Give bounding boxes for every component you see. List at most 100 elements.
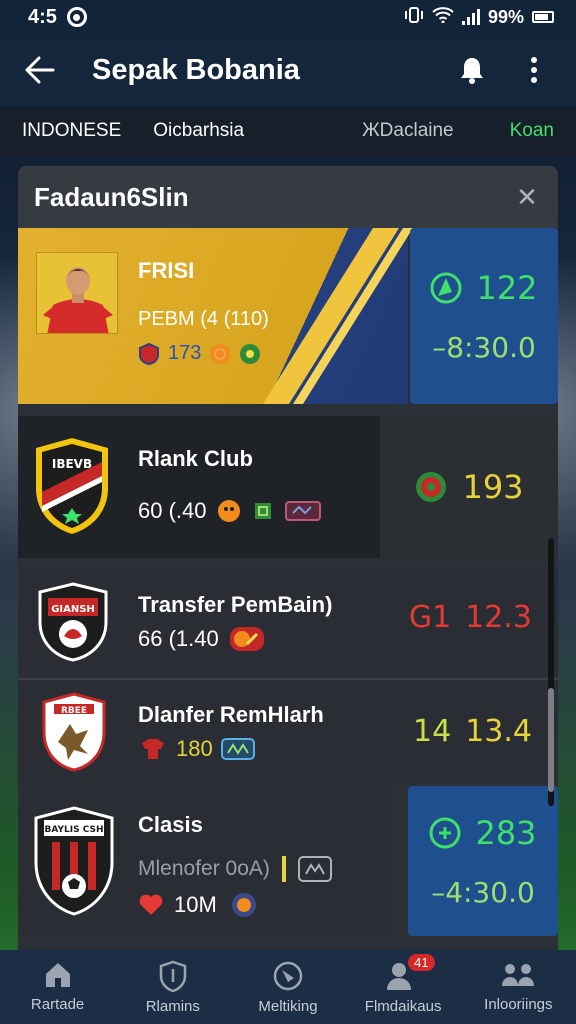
target-icon: [416, 472, 447, 502]
card-main: IBEVB Rlank Club 60 (.40: [18, 416, 380, 558]
transfer-details: 180: [176, 736, 213, 761]
signal-icon: [461, 9, 480, 25]
club-crest-icon: RBEE: [42, 692, 106, 772]
ball-icon: [240, 343, 261, 364]
transfer-name: Transfer PemBain): [138, 592, 333, 617]
nav-label: Rlamins: [145, 998, 200, 1015]
transfer-score: 14 13.4: [413, 714, 532, 749]
status-left: 4:5: [28, 6, 87, 29]
divider: [281, 856, 286, 882]
record-icon: [66, 7, 87, 27]
transfer-card[interactable]: RBEE Dlanfer RemHlarh 180 14 13.4: [18, 678, 558, 782]
nav-item-marketing[interactable]: Meltiking: [233, 960, 343, 1015]
player-details: PEBM (4 (110): [138, 308, 269, 330]
bottom-navigation: Rartade Rlamins Meltiking 41 Flmdaikaus …: [0, 950, 576, 1024]
more-options-button[interactable]: [512, 48, 556, 92]
card-main: FRISI PEBM (4 (110) 173: [18, 228, 413, 404]
tab-daclaine[interactable]: ЖDaclaine: [362, 120, 453, 142]
score-time: –4:30.0: [431, 875, 535, 909]
club-sub-row: Mlenofer 0oA): [138, 856, 332, 882]
decor-stripe: [293, 228, 413, 404]
back-button[interactable]: [20, 50, 60, 90]
club-name: Clasis: [138, 812, 203, 837]
trophy-icon: [430, 272, 462, 303]
target-icon: [429, 817, 461, 848]
page-title: Sepak Bobania: [92, 53, 300, 86]
badge-icon: [284, 501, 321, 521]
score-value: 122: [476, 268, 538, 307]
score-value: 283: [475, 813, 537, 852]
status-bar: 4:5 99%: [0, 0, 576, 34]
vibrate-icon: [404, 6, 424, 28]
score-value-a: 14: [413, 714, 452, 749]
club-crest-icon: GIANSH: [38, 582, 108, 662]
notification-badge: 41: [408, 954, 435, 971]
jersey-icon: [142, 739, 164, 759]
transfer-name: Dlanfer RemHlarh: [138, 702, 324, 727]
card-score-panel: 122 –8:30.0: [410, 228, 558, 404]
tab-indonese[interactable]: INDONESE: [22, 120, 121, 142]
club-card[interactable]: IBEVB Rlank Club 60 (.40 193: [18, 416, 558, 558]
arrow-left-icon: [25, 56, 55, 84]
transfer-score: G1 12.3: [409, 600, 532, 635]
score-value-a: G1: [408, 600, 452, 635]
score-row: 283: [429, 813, 537, 852]
transfer-stat-row: 180: [138, 736, 255, 762]
ball-icon: [273, 961, 303, 991]
group-icon: [502, 964, 535, 986]
battery-icon: [532, 11, 554, 23]
home-icon: [45, 963, 70, 987]
club-stat-row: 60 (.40: [138, 498, 321, 524]
card-score-panel: 283 –4:30.0: [408, 786, 558, 936]
svg-text:BAYLIS CSH: BAYLIS CSH: [45, 825, 104, 835]
player-card-featured[interactable]: FRISI PEBM (4 (110) 173 122 –8:30.0: [18, 228, 558, 404]
transfer-panel: Fadaun6Slin ✕ FRISI PEBM (4 (110) 173 12…: [18, 166, 558, 956]
notifications-button[interactable]: [450, 48, 494, 92]
tab-koan[interactable]: Koan: [510, 120, 554, 142]
score-row: 193: [414, 468, 524, 506]
svg-text:GIANSH: GIANSH: [51, 604, 95, 615]
club-crest-icon: BAYLIS CSH: [34, 806, 114, 916]
club-name: Rlank Club: [138, 446, 253, 471]
nav-label: Inlooriings: [484, 996, 553, 1013]
nav-item-people[interactable]: 41 Flmdaikaus: [348, 954, 458, 1015]
nav-item-home[interactable]: Rartade: [3, 960, 113, 1013]
more-vertical-icon: [531, 57, 537, 83]
player-stat: 173: [168, 342, 202, 364]
score-row: 122: [430, 268, 538, 307]
club-stat-row: 10M: [138, 892, 261, 918]
badge-icon: [297, 856, 332, 882]
club-card[interactable]: BAYLIS CSH Clasis Mlenofer 0oA) 10M 283 …: [18, 786, 558, 936]
scroll-thumb[interactable]: [548, 688, 554, 792]
status-time: 4:5: [28, 5, 57, 28]
player-photo: [36, 252, 118, 334]
nav-label: Rartade: [30, 996, 85, 1013]
player-name: FRISI: [138, 258, 195, 283]
svg-text:RBEE: RBEE: [61, 706, 87, 716]
app-bar: Sepak Bobania: [0, 34, 576, 106]
club-details: 60 (.40: [138, 498, 207, 523]
decor-stripe: [263, 228, 399, 404]
nav-item-shield[interactable]: Rlamins: [118, 960, 228, 1015]
club-stat: 10M: [174, 892, 217, 917]
scrollbar[interactable]: [548, 538, 554, 806]
club-details: Mlenofer 0oA): [138, 857, 270, 880]
transfer-card[interactable]: GIANSH Transfer PemBain) 66 (1.40 G1 12.…: [18, 568, 558, 676]
badge-icon: [229, 627, 264, 651]
card-main: BAYLIS CSH Clasis Mlenofer 0oA) 10M: [18, 786, 390, 936]
transfer-stat-row: 66 (1.40: [138, 626, 265, 652]
score-value: 193: [462, 468, 524, 506]
jersey-icon: [254, 503, 271, 519]
nav-item-more[interactable]: Inlooriings: [463, 960, 573, 1013]
coin-icon: [210, 343, 231, 364]
category-tabs: INDONESE Oicbarhsia ЖDaclaine Koan: [0, 106, 576, 156]
panel-title: Fadaun6Slin: [34, 181, 189, 212]
fire-icon: [217, 500, 240, 522]
score-value-b: 12.3: [465, 600, 532, 635]
heart-icon: [139, 894, 163, 915]
transfer-details: 66 (1.40: [138, 626, 219, 651]
svg-text:IBEVB: IBEVB: [52, 457, 92, 471]
tab-oicbarhsia[interactable]: Oicbarhsia: [153, 120, 244, 142]
score-time: –8:30.0: [432, 330, 536, 364]
close-icon[interactable]: ✕: [512, 182, 542, 213]
